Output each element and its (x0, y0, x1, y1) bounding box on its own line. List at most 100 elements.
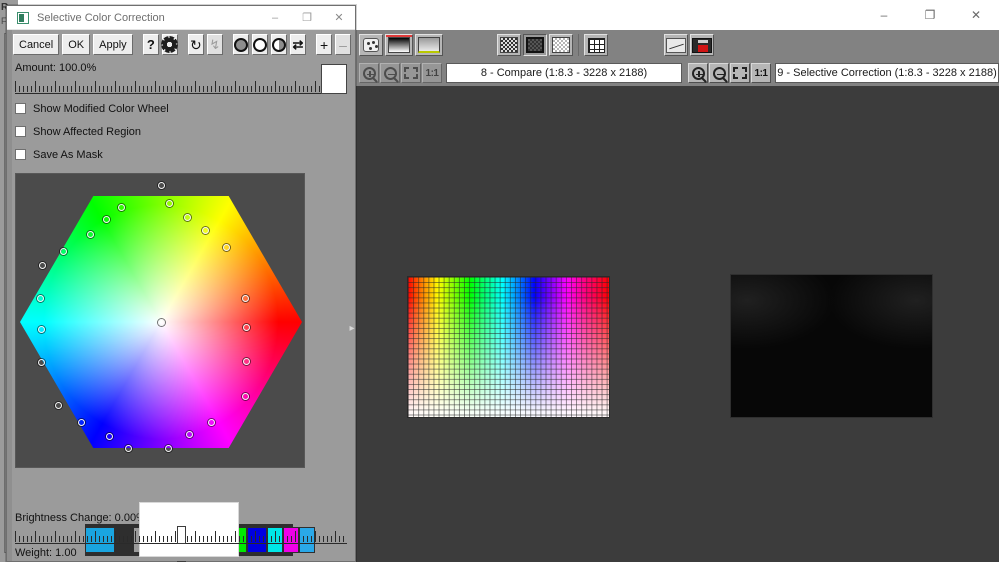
printer-icon-button[interactable] (690, 34, 714, 56)
reset-button[interactable]: ↻ (188, 34, 204, 55)
color-handle-0[interactable] (158, 182, 165, 189)
workspace-toolbar (356, 30, 999, 60)
preview-split-button[interactable] (271, 34, 287, 55)
checkbox-show-modified-color-wheel[interactable] (15, 103, 26, 114)
chart-grid-lines (408, 277, 609, 417)
dialog-title: Selective Color Correction (37, 12, 259, 24)
checkbox-row-show-modified-color-wheel[interactable]: Show Modified Color Wheel (15, 98, 347, 119)
brightness-slider[interactable] (15, 526, 347, 546)
checker-dark-icon (526, 37, 544, 53)
person-button[interactable]: ↯ (207, 34, 223, 55)
zoom-in-icon-button-right[interactable] (688, 63, 708, 83)
checkbox-save-as-mask[interactable] (15, 149, 26, 160)
color-handle-6[interactable] (37, 295, 44, 302)
color-handle-5[interactable] (39, 262, 46, 269)
app-minimize-button[interactable]: – (861, 0, 907, 30)
color-handle-15[interactable] (208, 419, 215, 426)
circle-filled-icon (234, 38, 248, 52)
color-handle-12[interactable] (125, 445, 132, 452)
color-handle-21[interactable] (202, 227, 209, 234)
brightness-slider-thumb[interactable] (177, 526, 186, 544)
checker-dark-icon-button[interactable] (523, 34, 547, 56)
color-wheel-panel[interactable] (15, 173, 305, 468)
gear-icon (163, 38, 176, 51)
color-handle-7[interactable] (38, 326, 45, 333)
color-handle-8[interactable] (38, 359, 45, 366)
dialog-minimize-button[interactable]: – (259, 6, 291, 30)
color-handle-20[interactable] (223, 244, 230, 251)
checkbox-row-save-as-mask[interactable]: Save As Mask (15, 144, 347, 165)
red-indicator-bar (386, 35, 412, 37)
hue-saturation-chart-image[interactable] (407, 276, 610, 418)
yellow-gradient-icon-button[interactable] (415, 34, 443, 56)
tab-compare[interactable]: 8 - Compare (1:8.3 - 3228 x 2188) (446, 63, 682, 83)
actual-size-label-left: 1:1 (426, 68, 439, 79)
tab-zoom-controls-right: 1:1 (682, 63, 771, 83)
checkbox-row-show-affected-region[interactable]: Show Affected Region (15, 121, 347, 142)
curve-icon (666, 38, 686, 53)
dialog-collapse-handle[interactable]: ▸ (347, 322, 357, 336)
add-point-button[interactable]: + (316, 34, 332, 55)
minus-icon: – (339, 38, 347, 52)
color-handle-center[interactable] (158, 319, 165, 326)
apply-button[interactable]: Apply (93, 34, 133, 55)
color-handle-13[interactable] (165, 445, 172, 452)
amount-slider[interactable] (15, 76, 347, 96)
palette-icon (363, 38, 379, 52)
refresh-icon: ↻ (190, 38, 202, 52)
grid-icon-button[interactable] (584, 34, 608, 56)
swap-arrows-icon: ⇄ (293, 38, 304, 51)
palette-icon-button[interactable] (359, 34, 383, 56)
app-close-button[interactable]: ✕ (953, 0, 999, 30)
cancel-button[interactable]: Cancel (13, 34, 59, 55)
dialog-window-controls: – ❐ ✕ (259, 6, 355, 30)
black-gradient-icon (388, 37, 410, 53)
curve-icon-button[interactable] (664, 34, 688, 56)
actual-size-button-left[interactable]: 1:1 (422, 63, 442, 83)
selective-color-correction-dialog: Selective Color Correction – ❐ ✕ Cancel … (6, 5, 356, 562)
actual-size-button-right[interactable]: 1:1 (751, 63, 771, 83)
zoom-in-icon (363, 67, 376, 80)
checker-light-icon-button[interactable] (549, 34, 573, 56)
application-icon (17, 12, 29, 24)
ok-button[interactable]: OK (62, 34, 90, 55)
corrected-image-content (731, 275, 932, 417)
dialog-body: Amount: 100.0% Show Modified Color Wheel… (7, 62, 355, 562)
dialog-toolbar: Cancel OK Apply ? ↻ ↯ (7, 30, 355, 56)
dialog-maximize-button[interactable]: ❐ (291, 6, 323, 30)
dialog-close-button[interactable]: ✕ (323, 6, 355, 30)
color-handle-11[interactable] (106, 433, 113, 440)
color-handle-19[interactable] (242, 295, 249, 302)
zoom-in-icon-button-left[interactable] (359, 63, 379, 83)
color-hexagon[interactable] (35, 181, 287, 463)
amount-slider-track (15, 81, 347, 93)
zoom-out-icon-button-left[interactable] (380, 63, 400, 83)
label-save-as-mask: Save As Mask (33, 149, 103, 161)
fit-to-window-icon-button-left[interactable] (401, 63, 421, 83)
swap-button[interactable]: ⇄ (290, 34, 306, 55)
color-handle-3[interactable] (87, 231, 94, 238)
color-handle-10[interactable] (78, 419, 85, 426)
app-maximize-button[interactable]: ❐ (907, 0, 953, 30)
remove-point-button[interactable]: – (335, 34, 351, 55)
fit-to-window-icon-2 (733, 67, 747, 79)
checker-gray-icon-button[interactable] (497, 34, 521, 56)
tab-selective-correction[interactable]: 9 - Selective Correction (1:8.3 - 3228 x… (775, 63, 999, 83)
circle-half-icon (272, 38, 286, 52)
color-handle-2[interactable] (103, 216, 110, 223)
preview-none-button[interactable] (252, 34, 268, 55)
application-window-controls: – ❐ ✕ (861, 0, 999, 30)
dialog-titlebar[interactable]: Selective Color Correction – ❐ ✕ (7, 6, 355, 30)
color-handle-9[interactable] (55, 402, 62, 409)
checkbox-show-affected-region[interactable] (15, 126, 26, 137)
fit-to-window-icon-button-right[interactable] (730, 63, 750, 83)
black-gradient-icon-button[interactable] (385, 34, 413, 56)
preview-full-button[interactable] (233, 34, 249, 55)
application-root: – ❐ ✕ R F ◖ ◖ ◖ (0, 0, 999, 562)
corrected-dark-image[interactable] (730, 274, 933, 418)
amount-slider-thumb[interactable] (321, 64, 347, 94)
help-button[interactable]: ? (143, 34, 159, 55)
zoom-out-icon-button-right[interactable] (709, 63, 729, 83)
settings-button[interactable] (162, 34, 178, 55)
person-icon: ↯ (209, 38, 220, 51)
